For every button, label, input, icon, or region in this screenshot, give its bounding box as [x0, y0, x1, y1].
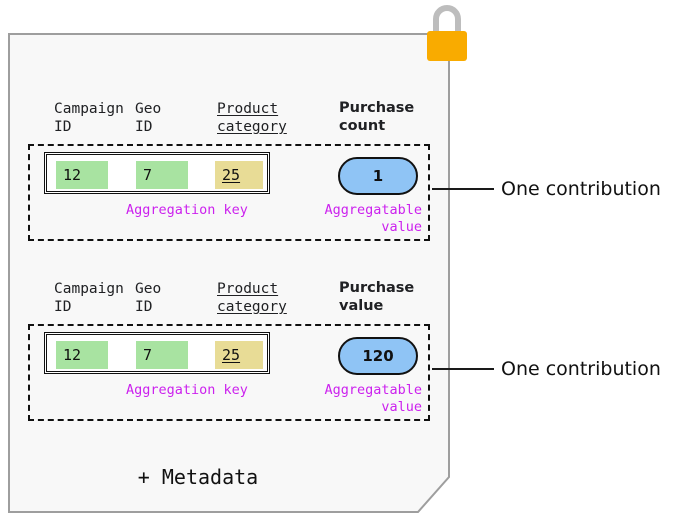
column-header-purchase-value: Purchase value: [339, 280, 415, 314]
aggregation-key-chip-value: 7: [143, 166, 153, 184]
aggregation-key-chip: 7: [136, 161, 188, 189]
contribution-outline: 12 7 25 1 Aggregation key Aggregatable v…: [28, 144, 430, 241]
aggregation-key-chip: 12: [56, 341, 108, 369]
aggregation-key-chip-value: 25: [222, 346, 241, 364]
aggregation-key-chip-value: 12: [63, 346, 82, 364]
contribution-block: Campaign ID Geo ID Product category Purc…: [28, 272, 430, 421]
column-header-product-category: Product category: [217, 101, 287, 135]
callout-one-contribution: One contribution: [432, 178, 661, 200]
aggregation-key-chip: 25: [215, 341, 263, 369]
column-header-campaign-id: Campaign ID: [54, 101, 124, 135]
aggregation-key-chip-value: 25: [222, 166, 241, 184]
lock-icon: [424, 2, 470, 62]
aggregation-key-chip: 25: [215, 161, 263, 189]
callout-leader-line: [432, 368, 494, 370]
contribution-outline: 12 7 25 120 Aggregation key Aggregatable…: [28, 324, 430, 421]
column-header-row: Campaign ID Geo ID Product category Purc…: [28, 92, 430, 144]
callout-label: One contribution: [501, 178, 661, 200]
callout-label: One contribution: [501, 358, 661, 380]
callout-leader-line: [432, 188, 494, 190]
aggregation-key-caption: Aggregation key: [126, 382, 248, 398]
aggregation-key-chip: 12: [56, 161, 108, 189]
aggregation-key-chip-value: 7: [143, 346, 153, 364]
aggregatable-value-oval: 1: [338, 157, 418, 195]
column-header-purchase-count: Purchase count: [339, 100, 415, 134]
aggregation-key-caption: Aggregation key: [126, 202, 248, 218]
aggregatable-value-caption: Aggregatable value: [324, 202, 422, 235]
aggregation-key-chip: 7: [136, 341, 188, 369]
metadata-label: + Metadata: [137, 465, 259, 489]
aggregatable-value-caption: Aggregatable value: [324, 382, 422, 415]
aggregation-key-chip-value: 12: [63, 166, 82, 184]
contribution-block: Campaign ID Geo ID Product category Purc…: [28, 92, 430, 241]
aggregation-key-box: 12 7 25: [44, 152, 270, 194]
callout-one-contribution: One contribution: [432, 358, 661, 380]
column-header-product-category: Product category: [217, 281, 287, 315]
aggregatable-value-oval: 120: [338, 337, 418, 375]
column-header-geo-id: Geo ID: [135, 101, 162, 135]
column-header-campaign-id: Campaign ID: [54, 281, 124, 315]
column-header-row: Campaign ID Geo ID Product category Purc…: [28, 272, 430, 324]
column-header-geo-id: Geo ID: [135, 281, 162, 315]
aggregation-key-box: 12 7 25: [44, 332, 270, 374]
